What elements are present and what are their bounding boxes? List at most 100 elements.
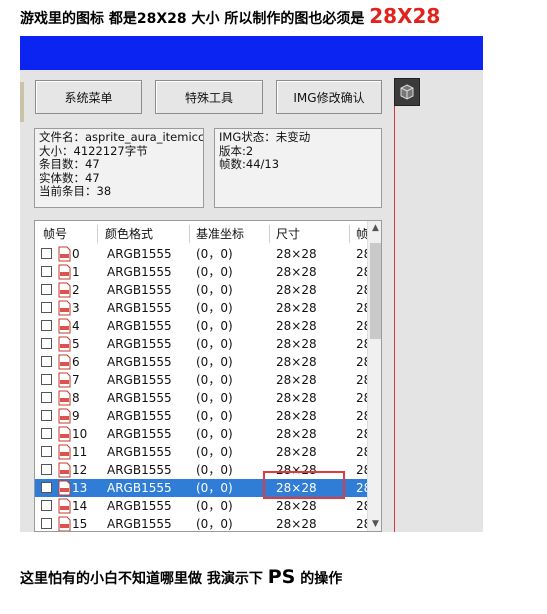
cell-frame: 12 [72,463,88,477]
cell-frame: 6 [72,355,80,369]
image-file-icon [58,336,71,352]
table-row[interactable]: 8 ARGB1555 (0，0) 28×28 28 [35,389,371,407]
cell-base-coord: (0，0) [196,391,233,405]
image-file-icon [58,390,71,406]
cell-frame: 15 [72,517,88,531]
cell-color-format: ARGB1555 [107,283,172,297]
image-file-icon [58,246,71,262]
bottom-caption: 这里怕有的小白不知道哪里做 我演示下 PS 的操作 [20,566,342,588]
table-row[interactable]: 9 ARGB1555 (0，0) 28×28 28 [35,407,371,425]
header-divider [189,225,190,243]
row-checkbox[interactable] [41,338,52,349]
image-file-icon [58,300,71,316]
table-row[interactable]: 3 ARGB1555 (0，0) 28×28 28 [35,299,371,317]
cell-base-coord: (0，0) [196,265,233,279]
cell-base-coord: (0，0) [196,373,233,387]
table-row[interactable]: 6 ARGB1555 (0，0) 28×28 28 [35,353,371,371]
cell-frame: 0 [72,247,80,261]
row-checkbox[interactable] [41,284,52,295]
cell-color-format: ARGB1555 [107,517,172,531]
file-info-panel: 文件名：asprite_aura_itemicc 大小：4122127字节 条目… [34,128,204,208]
cube-icon-button[interactable] [394,78,420,106]
cell-color-format: ARGB1555 [107,499,172,513]
cell-base-coord: (0，0) [196,463,233,477]
size-highlight-box [263,471,345,499]
row-checkbox[interactable] [41,446,52,457]
cell-base-coord: (0，0) [196,301,233,315]
row-checkbox[interactable] [41,410,52,421]
cell-base-coord: (0，0) [196,355,233,369]
cell-size: 28×28 [276,517,317,531]
image-file-icon [58,318,71,334]
canvas-border [394,106,395,532]
row-checkbox[interactable] [41,320,52,331]
cell-color-format: ARGB1555 [107,355,172,369]
image-file-icon [58,372,71,388]
cell-size: 28×28 [276,319,317,333]
cell-color-format: ARGB1555 [107,247,172,261]
cell-size: 28×28 [276,373,317,387]
cell-color-format: ARGB1555 [107,265,172,279]
file-name: 文件名：asprite_aura_itemicc [39,130,204,144]
row-checkbox[interactable] [41,464,52,475]
row-checkbox[interactable] [41,482,52,493]
cell-size: 28×28 [276,355,317,369]
row-checkbox[interactable] [41,356,52,367]
row-checkbox[interactable] [41,248,52,259]
bottom-caption-ps: PS [267,566,296,588]
header-size[interactable]: 尺寸 [276,223,300,245]
cell-frame: 10 [72,427,88,441]
table-row[interactable]: 0 ARGB1555 (0，0) 28×28 28 [35,245,371,263]
img-status: IMG状态：未变动 [219,130,311,144]
top-caption: 游戏里的图标 都是28X28 大小 所以制作的图也必须是 28X28 [20,4,440,28]
cell-frame: 13 [72,481,88,495]
image-file-icon [58,516,71,531]
header-frame[interactable]: 帧号 [43,223,67,245]
top-caption-size: 28X28 [369,4,441,28]
cell-color-format: ARGB1555 [107,301,172,315]
scrollbar-thumb[interactable] [370,243,381,339]
row-checkbox[interactable] [41,392,52,403]
header-color-format[interactable]: 颜色格式 [105,223,153,245]
row-checkbox[interactable] [41,500,52,511]
table-row[interactable]: 2 ARGB1555 (0，0) 28×28 28 [35,281,371,299]
row-checkbox[interactable] [41,302,52,313]
scroll-down-icon[interactable]: ▼ [368,517,381,531]
table-row[interactable]: 7 ARGB1555 (0，0) 28×28 28 [35,371,371,389]
row-checkbox[interactable] [41,266,52,277]
entity-count: 实体数：47 [39,170,100,185]
cell-color-format: ARGB1555 [107,463,172,477]
table-row[interactable]: 5 ARGB1555 (0，0) 28×28 28 [35,335,371,353]
cell-base-coord: (0，0) [196,427,233,441]
table-row[interactable]: 14 ARGB1555 (0，0) 28×28 28 [35,497,371,515]
cell-size: 28×28 [276,337,317,351]
bottom-caption-text: 这里怕有的小白不知道哪里做 我演示下 [20,571,263,587]
table-row[interactable]: 15 ARGB1555 (0，0) 28×28 28 [35,515,371,531]
entry-count: 条目数：47 [39,157,100,171]
scroll-up-icon[interactable]: ▲ [368,221,381,235]
cell-frame: 4 [72,319,80,333]
img-modify-confirm-button[interactable]: IMG修改确认 [276,80,382,114]
cell-frame: 7 [72,373,80,387]
img-version: 版本:2 [219,143,254,158]
current-entry: 当前条目：38 [39,184,112,198]
left-edge-strip [20,82,24,122]
special-tools-button[interactable]: 特殊工具 [155,80,263,114]
system-menu-button[interactable]: 系统菜单 [35,80,142,114]
table-row[interactable]: 1 ARGB1555 (0，0) 28×28 28 [35,263,371,281]
header-base-coord[interactable]: 基准坐标 [196,223,244,245]
table-row[interactable]: 4 ARGB1555 (0，0) 28×28 28 [35,317,371,335]
vertical-scrollbar[interactable]: ▲ ▼ [367,221,381,531]
row-checkbox[interactable] [41,374,52,385]
cube-icon [400,84,414,100]
cell-size: 28×28 [276,247,317,261]
row-checkbox[interactable] [41,428,52,439]
row-checkbox[interactable] [41,518,52,529]
cell-frame: 2 [72,283,80,297]
cell-base-coord: (0，0) [196,499,233,513]
image-file-icon [58,426,71,442]
table-row[interactable]: 11 ARGB1555 (0，0) 28×28 28 [35,443,371,461]
table-row[interactable]: 10 ARGB1555 (0，0) 28×28 28 [35,425,371,443]
cell-color-format: ARGB1555 [107,409,172,423]
cell-base-coord: (0，0) [196,283,233,297]
